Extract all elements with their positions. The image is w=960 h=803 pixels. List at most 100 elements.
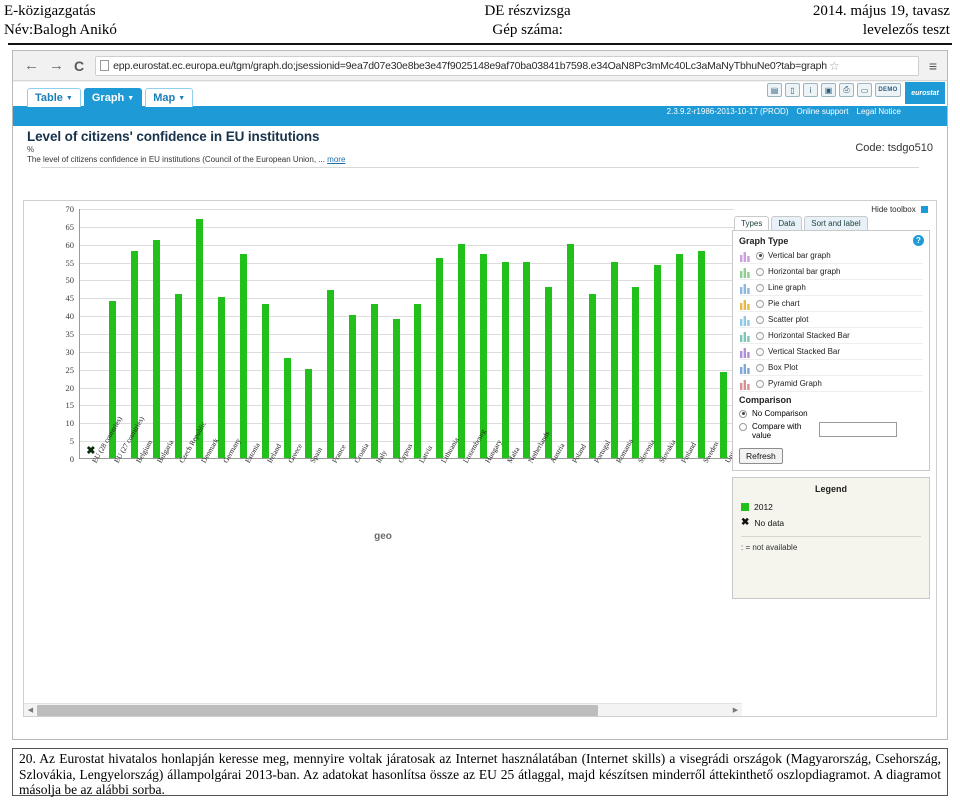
bar-column[interactable] — [516, 209, 538, 458]
bar-column[interactable] — [429, 209, 451, 458]
bar-column[interactable] — [581, 209, 603, 458]
bar-column[interactable] — [385, 209, 407, 458]
bar[interactable] — [305, 368, 313, 458]
bar[interactable] — [152, 240, 160, 458]
online-support-link[interactable]: Online support — [796, 107, 848, 116]
demo-badge[interactable]: DEMO — [875, 83, 901, 97]
help-icon[interactable]: ? — [913, 235, 924, 246]
bar[interactable] — [523, 261, 531, 458]
bar[interactable] — [675, 254, 683, 458]
graph-type-option[interactable]: Scatter plot — [739, 312, 923, 328]
bar[interactable] — [588, 293, 596, 458]
back-icon[interactable]: ← — [19, 57, 44, 74]
bar-column[interactable] — [254, 209, 276, 458]
bar[interactable] — [697, 250, 705, 458]
graph-type-option[interactable]: Horizontal Stacked Bar — [739, 328, 923, 344]
toolbox-tab-types[interactable]: Types — [734, 216, 770, 230]
bar-column[interactable] — [407, 209, 429, 458]
compare-value-input[interactable] — [819, 422, 897, 437]
bar-column[interactable] — [538, 209, 560, 458]
graph-type-option[interactable]: Pyramid Graph — [739, 376, 923, 392]
bar[interactable] — [370, 304, 378, 458]
bar[interactable] — [610, 261, 618, 458]
bar-column[interactable] — [363, 209, 385, 458]
bar-column[interactable] — [494, 209, 516, 458]
bar[interactable] — [327, 290, 335, 458]
bar-column[interactable] — [276, 209, 298, 458]
save-icon[interactable]: ▣ — [821, 83, 836, 97]
chart-horizontal-scrollbar[interactable]: ◀ ▶ — [24, 703, 742, 716]
bar[interactable] — [654, 265, 662, 458]
bar-column[interactable] — [560, 209, 582, 458]
bar-column[interactable] — [625, 209, 647, 458]
bar-column[interactable] — [320, 209, 342, 458]
radio-icon[interactable] — [756, 283, 764, 292]
graph-type-option[interactable]: Horizontal bar graph — [739, 264, 923, 280]
radio-icon[interactable] — [739, 423, 747, 431]
bar-column[interactable] — [451, 209, 473, 458]
tab-graph[interactable]: Graph ▼ — [83, 88, 143, 107]
radio-icon[interactable] — [756, 379, 764, 388]
bar[interactable] — [457, 243, 465, 458]
address-bar[interactable]: epp.eurostat.ec.europa.eu/tgm/graph.do;j… — [95, 55, 919, 76]
bar-column[interactable] — [712, 209, 734, 458]
scroll-right-icon[interactable]: ▶ — [729, 706, 742, 714]
toolbox-tab-data[interactable]: Data — [771, 216, 803, 230]
graph-type-option[interactable]: Line graph — [739, 280, 923, 296]
no-comparison-option[interactable]: No Comparison — [739, 409, 923, 418]
compare-with-value-option[interactable]: Compare with value — [739, 422, 923, 440]
scrollbar-thumb[interactable] — [37, 704, 598, 716]
radio-icon[interactable] — [756, 347, 764, 356]
bar-column[interactable]: ✖ — [80, 209, 102, 458]
bar-column[interactable] — [233, 209, 255, 458]
graph-type-option[interactable]: Box Plot — [739, 360, 923, 376]
page-info-icon[interactable] — [100, 60, 110, 71]
bar-column[interactable] — [211, 209, 233, 458]
page-icon[interactable]: ▯ — [785, 83, 800, 97]
bar[interactable] — [719, 372, 727, 458]
bar[interactable] — [283, 358, 291, 458]
tab-map[interactable]: Map ▼ — [145, 88, 194, 107]
bookmark-star-icon[interactable]: ☆ — [829, 59, 840, 73]
bar[interactable] — [174, 293, 182, 458]
bar[interactable] — [218, 297, 226, 458]
graph-type-option[interactable]: Vertical Stacked Bar — [739, 344, 923, 360]
bar-column[interactable] — [690, 209, 712, 458]
bar-column[interactable] — [342, 209, 364, 458]
info-icon[interactable]: i — [803, 83, 818, 97]
legal-notice-link[interactable]: Legal Notice — [857, 107, 901, 116]
refresh-button[interactable]: Refresh — [739, 448, 783, 464]
bar-column[interactable] — [167, 209, 189, 458]
bar[interactable] — [261, 304, 269, 458]
bar[interactable] — [566, 243, 574, 458]
scroll-left-icon[interactable]: ◀ — [24, 706, 37, 714]
forward-icon[interactable]: → — [44, 57, 69, 74]
graph-type-option[interactable]: Pie chart — [739, 296, 923, 312]
hamburger-menu-icon[interactable]: ≡ — [925, 58, 941, 74]
bar-column[interactable] — [647, 209, 669, 458]
bar[interactable] — [414, 304, 422, 458]
export-icon[interactable]: ▤ — [767, 83, 782, 97]
tab-table[interactable]: Table ▼ — [27, 88, 81, 107]
bar-column[interactable] — [145, 209, 167, 458]
bar[interactable] — [392, 318, 400, 458]
bar[interactable] — [632, 286, 640, 458]
more-link[interactable]: more — [327, 155, 345, 164]
bar[interactable] — [348, 315, 356, 458]
bar-column[interactable] — [669, 209, 691, 458]
bar-column[interactable] — [603, 209, 625, 458]
radio-icon[interactable] — [756, 299, 764, 308]
graph-type-option[interactable]: Vertical bar graph — [739, 248, 923, 264]
hide-toolbox-button[interactable]: Hide toolbox — [732, 205, 930, 214]
print-icon[interactable]: ⎙ — [839, 83, 854, 97]
toolbox-tab-sort-and-label[interactable]: Sort and label — [804, 216, 868, 230]
bar[interactable] — [501, 261, 509, 458]
new-page-icon[interactable]: ▭ — [857, 83, 872, 97]
bar-column[interactable] — [472, 209, 494, 458]
scrollbar-track[interactable] — [37, 704, 729, 716]
radio-icon[interactable] — [756, 251, 764, 260]
radio-icon[interactable] — [756, 331, 764, 340]
radio-icon[interactable] — [756, 267, 764, 276]
radio-icon[interactable] — [756, 315, 764, 324]
radio-icon[interactable] — [756, 363, 764, 372]
